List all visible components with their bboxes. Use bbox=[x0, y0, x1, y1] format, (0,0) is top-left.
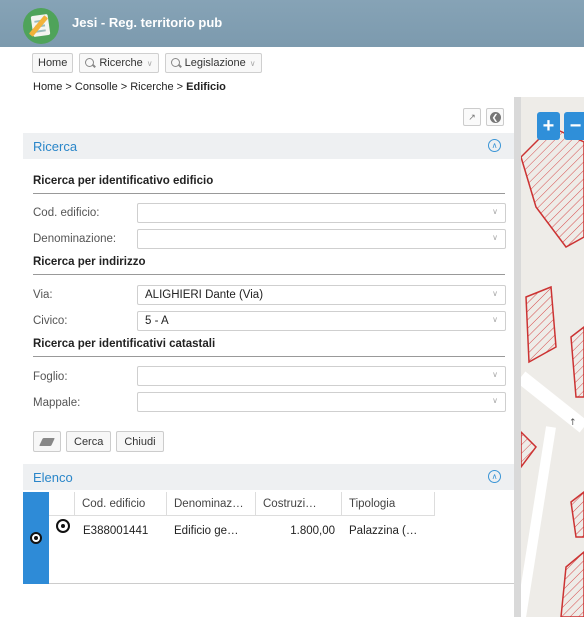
chevron-down-icon: ∨ bbox=[492, 315, 498, 324]
column-header[interactable]: Costruzi… bbox=[256, 492, 342, 516]
breadcrumb-path: Home > Consolle > Ricerche > bbox=[33, 81, 187, 93]
foglio-field[interactable]: ∨ bbox=[137, 366, 506, 386]
civico-field[interactable]: 5 - A ∨ bbox=[137, 311, 506, 331]
chiudi-label: Chiudi bbox=[124, 435, 156, 448]
cerca-button[interactable]: Cerca bbox=[66, 431, 112, 452]
select-column-header bbox=[49, 492, 75, 516]
chevron-down-icon: ∨ bbox=[492, 370, 498, 379]
chiudi-button[interactable]: Chiudi bbox=[116, 431, 164, 452]
back-icon: ❮ bbox=[489, 111, 501, 123]
breadcrumb-current: Edificio bbox=[186, 81, 226, 93]
ricerca-header[interactable]: Ricerca ∧ bbox=[23, 133, 514, 159]
app-title: Jesi - Reg. territorio pub bbox=[72, 15, 223, 30]
chevron-down-icon: ∨ bbox=[249, 58, 256, 68]
chevron-down-icon: ∨ bbox=[146, 58, 153, 68]
cerca-label: Cerca bbox=[74, 435, 104, 448]
results-table: Cod. edificio Denominaz… Costruzi… Tipol… bbox=[23, 492, 514, 584]
via-value: ALIGHIERI Dante (Via) bbox=[145, 289, 264, 301]
ricerca-title: Ricerca bbox=[33, 138, 78, 154]
cod-edificio-label: Cod. edificio: bbox=[33, 207, 100, 219]
collapse-panel-button[interactable]: ❮ bbox=[486, 108, 504, 126]
breadcrumb: Home > Consolle > Ricerche > Edificio bbox=[33, 81, 226, 93]
search-actions: Cerca Chiudi bbox=[33, 431, 164, 452]
ricerche-label: Ricerche bbox=[99, 57, 143, 69]
via-field[interactable]: ALIGHIERI Dante (Via) ∨ bbox=[137, 285, 506, 305]
cell-tipologia: Palazzina (… bbox=[349, 525, 418, 537]
legislazione-menu[interactable]: Legislazione ∨ bbox=[164, 53, 262, 73]
locate-row-icon[interactable] bbox=[56, 519, 70, 533]
group-indirizzo-heading: Ricerca per indirizzo bbox=[33, 256, 505, 275]
chevron-down-icon: ∨ bbox=[492, 396, 498, 405]
building-polygon[interactable] bbox=[560, 551, 584, 617]
map-canvas: ↑ bbox=[521, 126, 584, 617]
via-label: Via: bbox=[33, 289, 53, 301]
search-icon bbox=[170, 58, 181, 68]
elenco-title: Elenco bbox=[33, 469, 73, 485]
expand-icon[interactable]: ↗ bbox=[463, 108, 481, 126]
legislazione-label: Legislazione bbox=[184, 57, 246, 69]
chevron-down-icon: ∨ bbox=[492, 289, 498, 298]
civico-label: Civico: bbox=[33, 315, 68, 327]
mappale-field[interactable]: ∨ bbox=[137, 392, 506, 412]
cell-costruzione: 1.800,00 bbox=[290, 525, 335, 537]
home-label: Home bbox=[38, 57, 68, 69]
app-header: Jesi - Reg. territorio pub bbox=[0, 0, 584, 47]
locate-all-icon[interactable] bbox=[30, 532, 42, 544]
ricerche-menu[interactable]: Ricerche ∨ bbox=[79, 53, 159, 73]
elenco-header[interactable]: Elenco ∧ bbox=[23, 464, 514, 490]
svg-text:↑: ↑ bbox=[569, 418, 577, 428]
map-view[interactable]: ↑ + − bbox=[521, 97, 584, 617]
civico-value: 5 - A bbox=[145, 315, 169, 327]
column-header[interactable]: Tipologia bbox=[342, 492, 435, 516]
column-header[interactable]: Denominaz… bbox=[167, 492, 256, 516]
denominazione-label: Denominazione: bbox=[33, 233, 117, 245]
building-polygon[interactable] bbox=[525, 285, 557, 364]
eraser-icon bbox=[39, 437, 55, 446]
top-nav: Home Ricerche ∨ Legislazione ∨ bbox=[32, 53, 262, 73]
table-header: Cod. edificio Denominaz… Costruzi… Tipol… bbox=[49, 492, 435, 516]
chevron-down-icon: ∨ bbox=[492, 233, 498, 242]
foglio-label: Foglio: bbox=[33, 371, 68, 383]
building-polygon[interactable] bbox=[521, 430, 537, 469]
table-row[interactable]: E388001441 Edificio ge… 1.800,00 Palazzi… bbox=[49, 519, 435, 543]
splitter[interactable] bbox=[514, 97, 521, 617]
group-catastali-heading: Ricerca per identificativi catastali bbox=[33, 338, 505, 357]
denominazione-field[interactable]: ∨ bbox=[137, 229, 506, 249]
home-button[interactable]: Home bbox=[32, 53, 74, 73]
zoom-in-button[interactable]: + bbox=[537, 112, 560, 140]
column-header[interactable]: Cod. edificio bbox=[75, 492, 167, 516]
cell-cod: E388001441 bbox=[83, 525, 149, 537]
table-side-bar bbox=[23, 492, 49, 584]
chevron-up-icon[interactable]: ∧ bbox=[488, 139, 501, 152]
building-polygon[interactable] bbox=[570, 491, 584, 538]
cod-edificio-field[interactable]: ∨ bbox=[137, 203, 506, 223]
search-icon bbox=[85, 58, 95, 68]
building-polygon[interactable] bbox=[570, 326, 584, 398]
chevron-up-icon[interactable]: ∧ bbox=[488, 470, 501, 483]
building-polygon[interactable] bbox=[521, 126, 584, 248]
mappale-label: Mappale: bbox=[33, 397, 81, 409]
group-edificio-heading: Ricerca per identificativo edificio bbox=[33, 175, 505, 194]
cell-denominazione: Edificio ge… bbox=[174, 525, 239, 537]
zoom-out-button[interactable]: − bbox=[564, 112, 584, 140]
clear-button[interactable] bbox=[33, 431, 61, 452]
chevron-down-icon: ∨ bbox=[492, 207, 498, 216]
app-logo-icon bbox=[23, 8, 59, 44]
